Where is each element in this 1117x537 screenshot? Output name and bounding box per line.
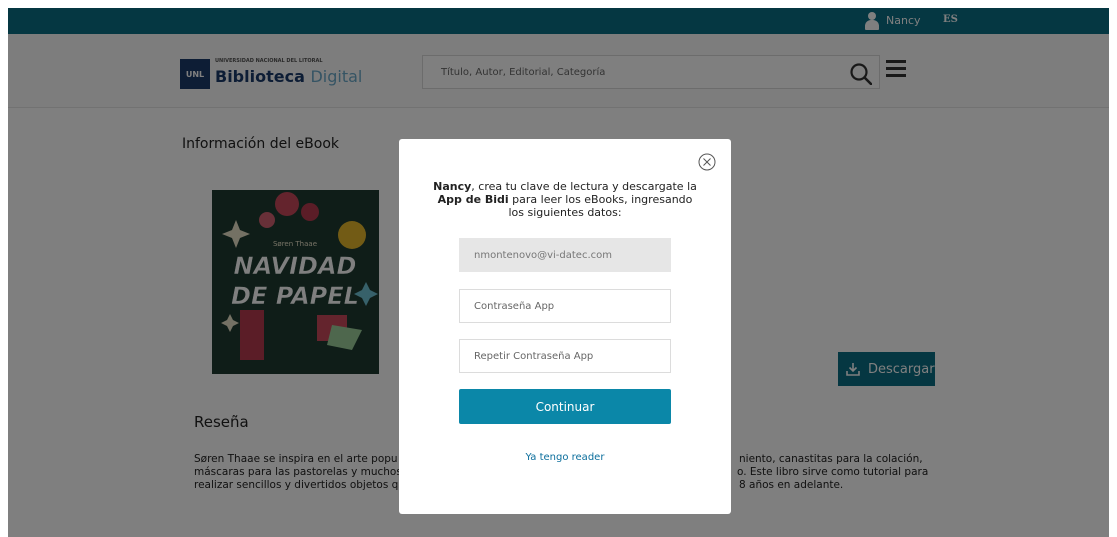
repeat-password-field[interactable]: Repetir Contraseña App bbox=[459, 339, 671, 373]
continue-button[interactable]: Continuar bbox=[459, 389, 671, 424]
close-icon[interactable] bbox=[698, 153, 716, 171]
email-field[interactable]: nmontenovo@vi-datec.com bbox=[459, 238, 671, 272]
app-frame: Nancy ES UNL UNIVERSIDAD NACIONAL DEL LI… bbox=[8, 8, 1109, 537]
create-password-modal: Nancy, crea tu clave de lectura y descar… bbox=[399, 139, 731, 514]
password-field[interactable]: Contraseña App bbox=[459, 289, 671, 323]
page: Nancy ES UNL UNIVERSIDAD NACIONAL DEL LI… bbox=[0, 0, 1117, 537]
modal-message: Nancy, crea tu clave de lectura y descar… bbox=[433, 180, 697, 219]
already-have-reader-link[interactable]: Ya tengo reader bbox=[459, 452, 671, 463]
